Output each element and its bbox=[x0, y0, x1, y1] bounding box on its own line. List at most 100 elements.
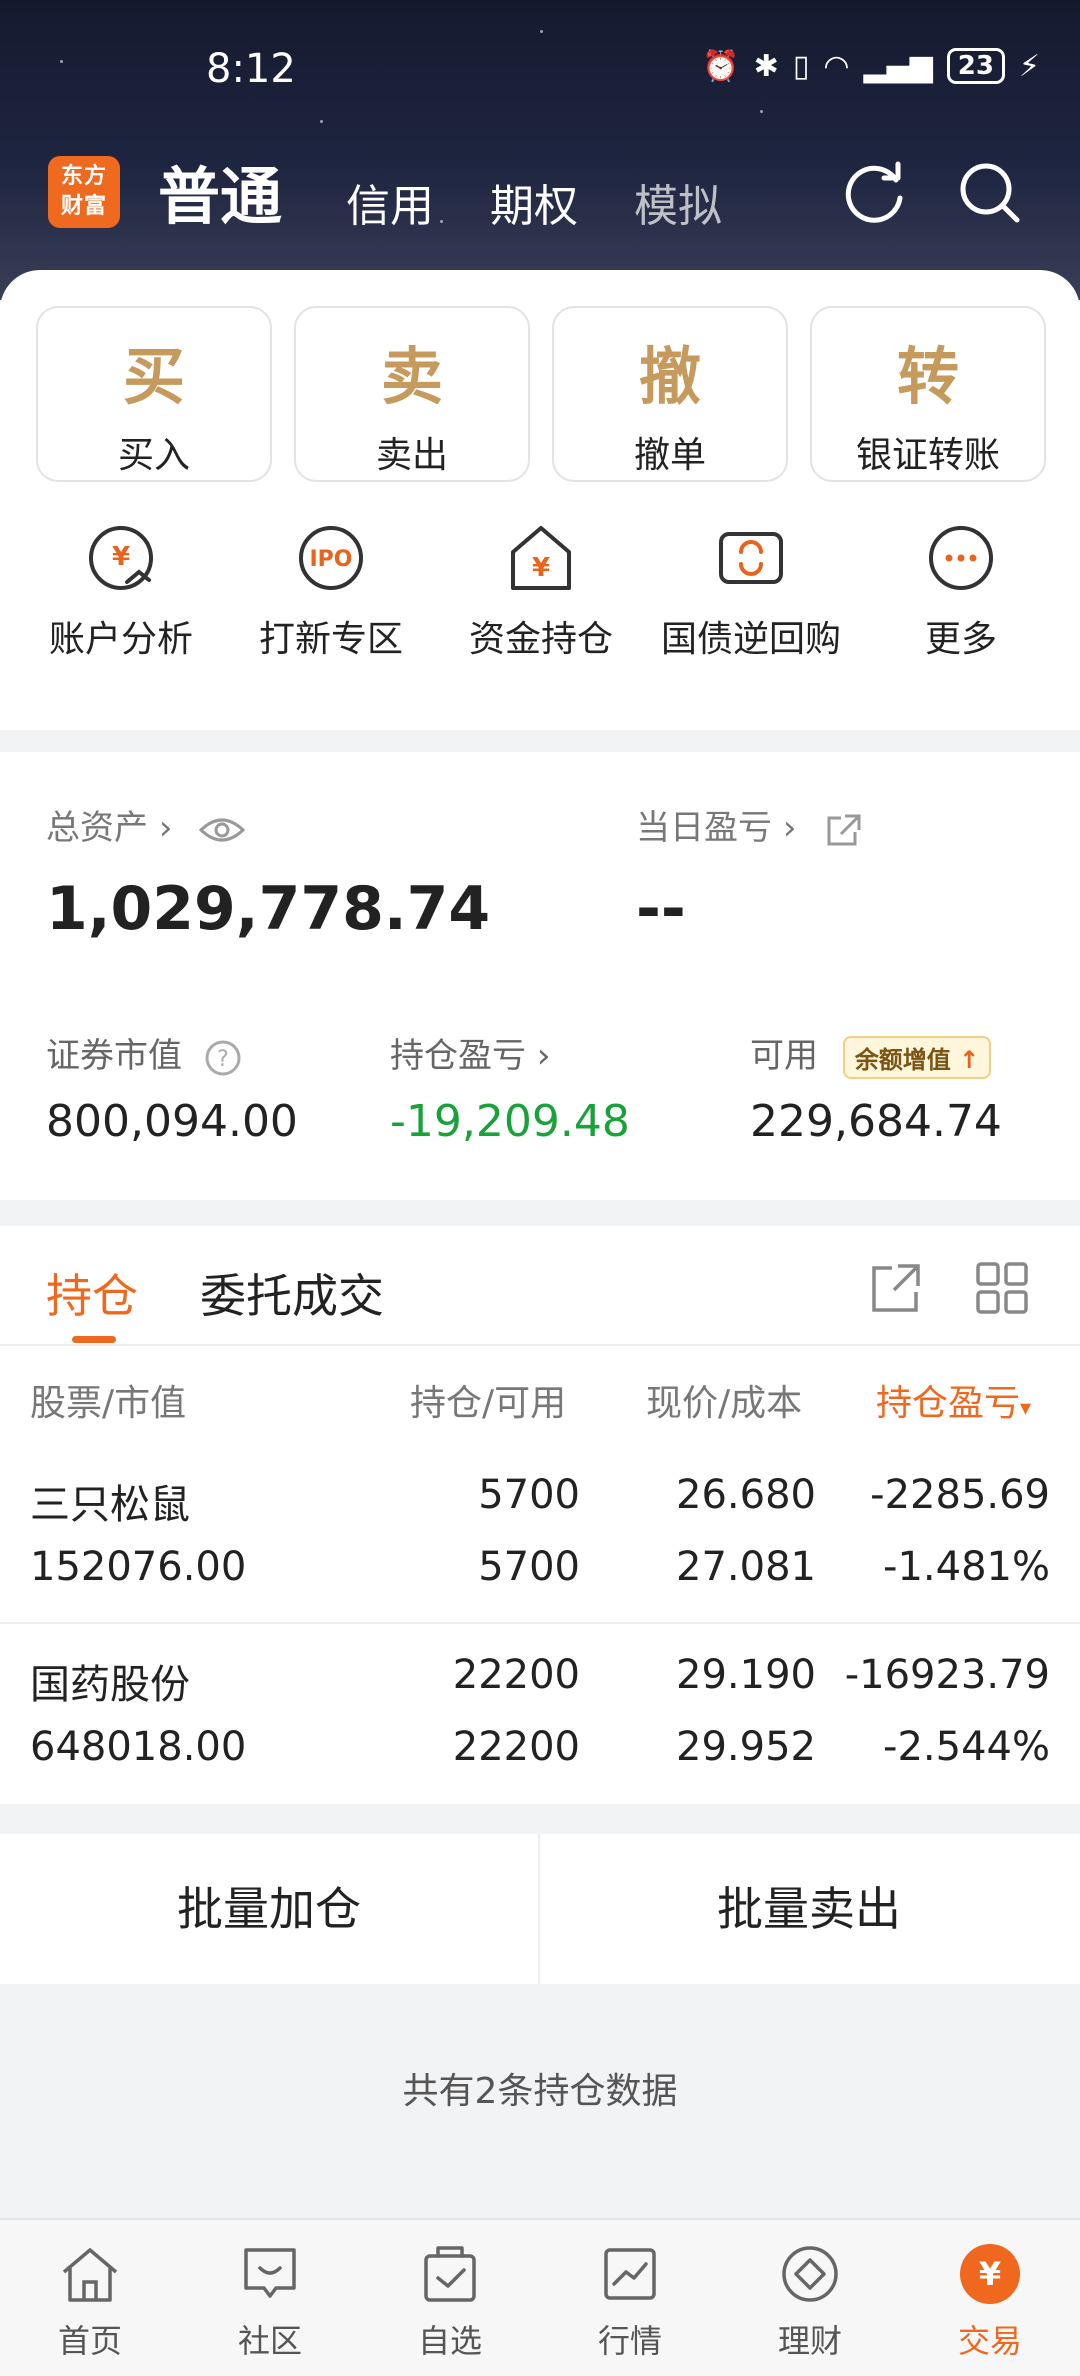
ipo-zone-item[interactable]: IPO 打新专区 bbox=[226, 520, 436, 662]
account-type-nav: 东方 财富 普通 信用 期权 模拟 bbox=[0, 140, 1080, 240]
tab-positions[interactable]: 持仓 bbox=[46, 1260, 138, 1326]
column-header-stock: 股票/市值 bbox=[30, 1383, 187, 1424]
nav-market[interactable]: 行情 bbox=[540, 2220, 720, 2376]
holding-pnl-value: -19,209.48 bbox=[390, 1096, 630, 1147]
grid-view-icon[interactable] bbox=[974, 1260, 1030, 1316]
buy-glyph: 买 bbox=[122, 340, 185, 413]
daily-pnl-label: 当日盈亏 bbox=[636, 808, 772, 848]
function-shortcuts: ¥ 账户分析 IPO 打新专区 ¥ 资金持仓 国债逆回购 更多 bbox=[0, 520, 1080, 662]
help-icon[interactable]: ? bbox=[203, 1038, 243, 1078]
bond-repo-item[interactable]: 国债逆回购 bbox=[646, 520, 856, 662]
svg-text:¥: ¥ bbox=[112, 542, 130, 572]
trade-actions-card: 买 买入 卖 卖出 撤 撤单 转 银证转账 ¥ 账户分析 IPO 打新专区 ¥ … bbox=[0, 270, 1080, 730]
share-out-icon[interactable] bbox=[823, 812, 863, 848]
available-label-row: 可用 余额增值 ↑ bbox=[750, 1028, 992, 1079]
position-pnl-pct: -1.481% bbox=[883, 1544, 1050, 1590]
market-value-label-row: 证券市值 ? bbox=[46, 1028, 243, 1078]
chevron-right-icon: › bbox=[782, 808, 797, 848]
share-out-icon[interactable] bbox=[868, 1260, 924, 1316]
star-decoration bbox=[760, 110, 763, 113]
cost-price: 29.952 bbox=[676, 1724, 816, 1770]
batch-add-button[interactable]: 批量加仓 bbox=[0, 1834, 538, 1984]
sell-button[interactable]: 卖 卖出 bbox=[294, 306, 530, 482]
nav-wealth[interactable]: 理财 bbox=[720, 2220, 900, 2376]
app-logo[interactable]: 东方 财富 bbox=[48, 156, 120, 228]
column-header-pnl[interactable]: 持仓盈亏▾ bbox=[876, 1374, 1031, 1426]
stock-market-value: 648018.00 bbox=[30, 1724, 247, 1770]
batch-actions: 批量加仓 批量卖出 bbox=[0, 1834, 1080, 1984]
charging-icon: ⚡ bbox=[1018, 48, 1040, 84]
transfer-label: 银证转账 bbox=[855, 435, 1000, 476]
balance-boost-badge[interactable]: 余额增值 ↑ bbox=[842, 1036, 992, 1079]
total-assets-value: 1,029,778.74 bbox=[46, 874, 491, 944]
chevron-right-icon: › bbox=[536, 1036, 551, 1076]
cost-price: 27.081 bbox=[676, 1544, 816, 1590]
bond-repo-icon bbox=[719, 532, 783, 584]
funds-holdings-item[interactable]: ¥ 资金持仓 bbox=[436, 520, 646, 662]
home-icon bbox=[62, 2248, 118, 2302]
logo-text-line2: 财富 bbox=[60, 194, 107, 219]
column-header-holding[interactable]: 持仓/可用 bbox=[410, 1374, 566, 1426]
current-price: 29.190 bbox=[676, 1652, 816, 1698]
tab-orders-trades[interactable]: 委托成交 bbox=[200, 1260, 384, 1326]
ipo-zone-label: 打新专区 bbox=[258, 619, 403, 660]
svg-text:?: ? bbox=[217, 1047, 229, 1072]
column-header-price[interactable]: 现价/成本 bbox=[646, 1374, 802, 1426]
bottom-navigation: 首页 社区 自选 行情 理财 ¥ 交易 bbox=[0, 2218, 1080, 2376]
status-time: 8:12 bbox=[206, 46, 296, 92]
more-label: 更多 bbox=[924, 619, 997, 660]
holding-pnl-label: 持仓盈亏 bbox=[390, 1036, 526, 1076]
active-tab-indicator bbox=[72, 1336, 116, 1343]
total-assets-label: 总资产 bbox=[46, 808, 148, 848]
holding-qty: 5700 bbox=[478, 1472, 580, 1518]
eye-icon[interactable] bbox=[199, 816, 246, 844]
chat-bubble-icon bbox=[244, 2248, 296, 2298]
nav-watchlist[interactable]: 自选 bbox=[360, 2220, 540, 2376]
alarm-icon: ⏰ bbox=[702, 48, 740, 84]
more-icon bbox=[929, 526, 993, 590]
batch-sell-button[interactable]: 批量卖出 bbox=[540, 1834, 1078, 1984]
bluetooth-icon: ✱ bbox=[753, 48, 779, 84]
daily-pnl-link[interactable]: 当日盈亏 › bbox=[636, 800, 863, 849]
holding-qty: 22200 bbox=[452, 1652, 580, 1698]
chevron-right-icon: › bbox=[158, 808, 173, 848]
available-value: 229,684.74 bbox=[750, 1096, 1002, 1147]
stock-name: 国药股份 bbox=[30, 1662, 190, 1708]
quick-actions: 买 买入 卖 卖出 撤 撤单 转 银证转账 bbox=[36, 306, 1046, 482]
nav-community[interactable]: 社区 bbox=[180, 2220, 360, 2376]
account-analysis-item[interactable]: ¥ 账户分析 bbox=[16, 520, 226, 662]
available-qty: 22200 bbox=[452, 1724, 580, 1770]
total-assets-link[interactable]: 总资产 › bbox=[46, 800, 246, 849]
stock-name: 三只松鼠 bbox=[30, 1482, 190, 1528]
market-chart-icon bbox=[604, 2248, 656, 2300]
tab-options[interactable]: 期权 bbox=[490, 170, 578, 234]
wealth-diamond-icon bbox=[782, 2246, 838, 2302]
trade-yen-icon: ¥ bbox=[960, 2244, 1020, 2304]
holding-pnl-link[interactable]: 持仓盈亏 › bbox=[390, 1028, 550, 1077]
refresh-icon[interactable] bbox=[840, 158, 910, 228]
nav-trade[interactable]: ¥ 交易 bbox=[900, 2220, 1080, 2376]
cancel-order-button[interactable]: 撤 撤单 bbox=[552, 306, 788, 482]
sell-glyph: 卖 bbox=[380, 340, 443, 413]
market-value-label: 证券市值 bbox=[46, 1036, 182, 1076]
nav-home[interactable]: 首页 bbox=[0, 2220, 180, 2376]
tab-normal[interactable]: 普通 bbox=[158, 146, 282, 236]
bank-transfer-button[interactable]: 转 银证转账 bbox=[810, 306, 1046, 482]
market-value: 800,094.00 bbox=[46, 1096, 298, 1147]
daily-pnl-value: -- bbox=[636, 874, 686, 944]
account-analysis-label: 账户分析 bbox=[48, 619, 193, 660]
sort-down-icon: ▾ bbox=[1020, 1396, 1032, 1421]
bond-repo-label: 国债逆回购 bbox=[660, 619, 841, 660]
stock-market-value: 152076.00 bbox=[30, 1544, 247, 1590]
watchlist-bag-icon bbox=[424, 2246, 476, 2302]
funds-holdings-label: 资金持仓 bbox=[468, 619, 613, 660]
svg-text:¥: ¥ bbox=[979, 2255, 1001, 2293]
buy-label: 买入 bbox=[117, 435, 190, 476]
more-item[interactable]: 更多 bbox=[856, 520, 1066, 662]
battery-level: 23 bbox=[946, 48, 1005, 84]
search-icon[interactable] bbox=[955, 158, 1025, 228]
tab-simulation[interactable]: 模拟 bbox=[634, 170, 722, 234]
buy-button[interactable]: 买 买入 bbox=[36, 306, 272, 482]
sell-label: 卖出 bbox=[375, 435, 448, 476]
tab-credit[interactable]: 信用 bbox=[346, 170, 434, 234]
